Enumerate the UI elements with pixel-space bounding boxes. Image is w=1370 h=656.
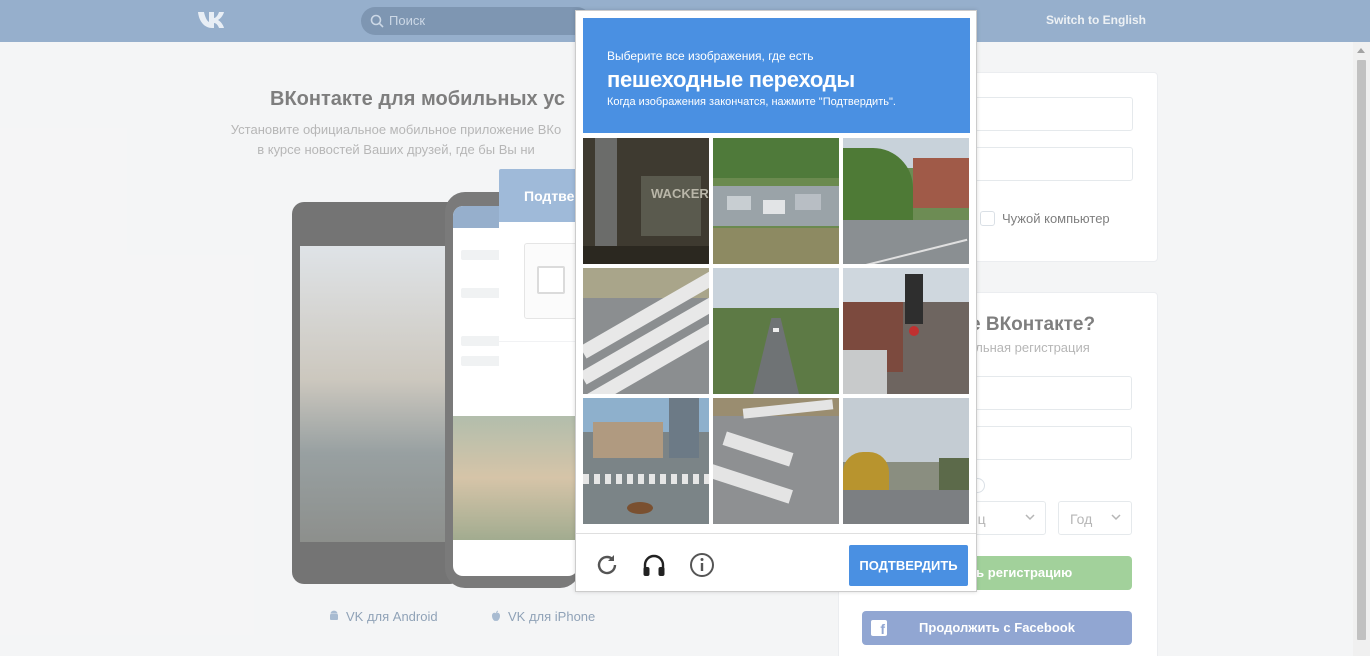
captcha-tile-8[interactable] <box>713 398 839 524</box>
captcha-challenge: Выберите все изображения, где есть пешех… <box>575 10 977 592</box>
captcha-tile-9[interactable] <box>843 398 969 524</box>
captcha-footer: ПОДТВЕРДИТЬ <box>576 533 976 591</box>
page-scrollbar[interactable] <box>1353 42 1370 656</box>
headphones-icon[interactable] <box>641 552 667 578</box>
captcha-tile-6[interactable] <box>843 268 969 394</box>
scroll-up-arrow-icon[interactable] <box>1357 48 1365 53</box>
captcha-instruction: Выберите все изображения, где есть <box>607 49 814 63</box>
captcha-tile-1[interactable]: WACKER <box>583 138 709 264</box>
captcha-header: Выберите все изображения, где есть пешех… <box>583 18 970 133</box>
captcha-tile-4[interactable] <box>583 268 709 394</box>
captcha-tile-7[interactable] <box>583 398 709 524</box>
captcha-target: пешеходные переходы <box>607 67 855 92</box>
scrollbar-thumb[interactable] <box>1357 60 1366 640</box>
captcha-tile-5[interactable] <box>713 268 839 394</box>
info-icon[interactable] <box>689 552 715 578</box>
captcha-image-grid: WACKER <box>583 138 970 525</box>
reload-icon[interactable] <box>594 552 620 578</box>
tile-sign-text: WACKER <box>651 186 709 201</box>
captcha-verify-button[interactable]: ПОДТВЕРДИТЬ <box>849 545 968 586</box>
captcha-hint: Когда изображения закончатся, нажмите "П… <box>607 96 896 108</box>
captcha-tile-2[interactable] <box>713 138 839 264</box>
captcha-tile-3[interactable] <box>843 138 969 264</box>
